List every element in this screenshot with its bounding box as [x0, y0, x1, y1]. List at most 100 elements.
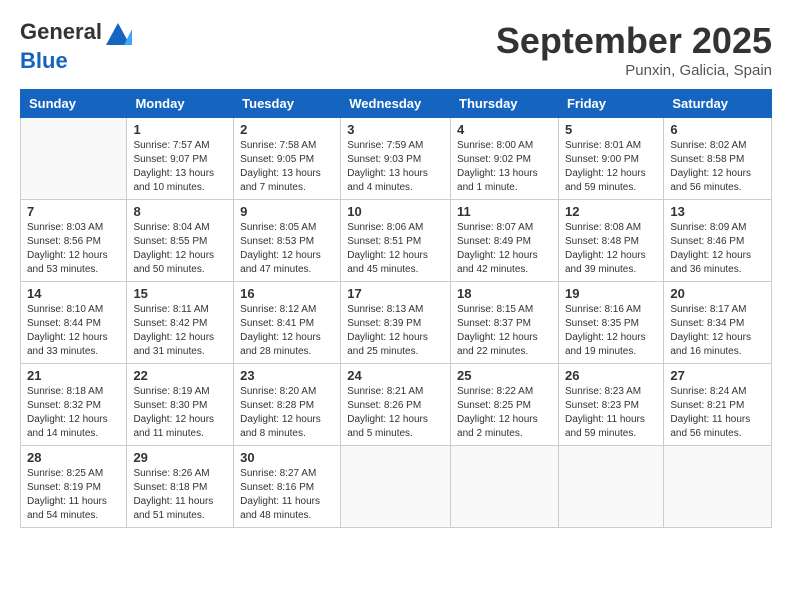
- header-monday: Monday: [127, 90, 234, 118]
- day-info: Sunrise: 7:58 AM Sunset: 9:05 PM Dayligh…: [240, 139, 334, 195]
- calendar-cell: 3 Sunrise: 7:59 AM Sunset: 9:03 PM Daylig…: [341, 118, 451, 200]
- day-info: Sunrise: 7:57 AM Sunset: 9:07 PM Dayligh…: [133, 139, 227, 195]
- logo-blue: Blue: [20, 49, 132, 73]
- calendar-cell: 26 Sunrise: 8:23 AM Sunset: 8:23 PM Dayli…: [558, 364, 663, 446]
- title-block: September 2025 Punxin, Galicia, Spain: [496, 20, 772, 79]
- calendar-cell: 29Sunrise: 8:26 AM Sunset: 8:18 PM Dayli…: [127, 446, 234, 528]
- day-number: 2: [240, 122, 334, 137]
- calendar-cell: 9Sunrise: 8:05 AM Sunset: 8:53 PM Daylig…: [234, 200, 341, 282]
- day-number: 26: [565, 368, 657, 383]
- day-info: Sunrise: 8:00 AM Sunset: 9:02 PM Dayligh…: [457, 139, 552, 195]
- day-number: 10: [347, 204, 444, 219]
- day-info: Sunrise: 8:04 AM Sunset: 8:55 PM Dayligh…: [133, 221, 227, 277]
- calendar-cell: 1 Sunrise: 7:57 AM Sunset: 9:07 PM Daylig…: [127, 118, 234, 200]
- day-info: Sunrise: 8:16 AM Sunset: 8:35 PM Dayligh…: [565, 303, 657, 359]
- day-number: 28: [27, 450, 120, 465]
- day-number: 11: [457, 204, 552, 219]
- calendar-cell: [451, 446, 559, 528]
- header-saturday: Saturday: [664, 90, 772, 118]
- day-number: 27: [670, 368, 765, 383]
- day-info: Sunrise: 8:13 AM Sunset: 8:39 PM Dayligh…: [347, 303, 444, 359]
- calendar-week-row: 21 Sunrise: 8:18 AM Sunset: 8:32 PM Dayli…: [21, 364, 772, 446]
- day-info: Sunrise: 8:11 AM Sunset: 8:42 PM Dayligh…: [133, 303, 227, 359]
- calendar-cell: 24 Sunrise: 8:21 AM Sunset: 8:26 PM Dayli…: [341, 364, 451, 446]
- calendar-cell: 17 Sunrise: 8:13 AM Sunset: 8:39 PM Dayli…: [341, 282, 451, 364]
- day-info: Sunrise: 8:10 AM Sunset: 8:44 PM Dayligh…: [27, 303, 120, 359]
- day-number: 5: [565, 122, 657, 137]
- logo: General Blue: [20, 20, 132, 73]
- header-wednesday: Wednesday: [341, 90, 451, 118]
- calendar-cell: 16 Sunrise: 8:12 AM Sunset: 8:41 PM Dayli…: [234, 282, 341, 364]
- day-info: Sunrise: 8:02 AM Sunset: 8:58 PM Dayligh…: [670, 139, 765, 195]
- calendar-cell: 6 Sunrise: 8:02 AM Sunset: 8:58 PM Daylig…: [664, 118, 772, 200]
- calendar-cell: 14 Sunrise: 8:10 AM Sunset: 8:44 PM Dayli…: [21, 282, 127, 364]
- day-info: Sunrise: 8:18 AM Sunset: 8:32 PM Dayligh…: [27, 385, 120, 441]
- header-friday: Friday: [558, 90, 663, 118]
- calendar-cell: [341, 446, 451, 528]
- calendar-cell: 15 Sunrise: 8:11 AM Sunset: 8:42 PM Dayli…: [127, 282, 234, 364]
- day-info: Sunrise: 8:20 AM Sunset: 8:28 PM Dayligh…: [240, 385, 334, 441]
- calendar-cell: 27 Sunrise: 8:24 AM Sunset: 8:21 PM Dayli…: [664, 364, 772, 446]
- day-number: 12: [565, 204, 657, 219]
- day-info: Sunrise: 8:24 AM Sunset: 8:21 PM Dayligh…: [670, 385, 765, 441]
- day-number: 21: [27, 368, 120, 383]
- calendar-cell: 30 Sunrise: 8:27 AM Sunset: 8:16 PM Dayli…: [234, 446, 341, 528]
- day-number: 24: [347, 368, 444, 383]
- calendar-cell: 22 Sunrise: 8:19 AM Sunset: 8:30 PM Dayli…: [127, 364, 234, 446]
- day-number: 25: [457, 368, 552, 383]
- calendar-cell: 5 Sunrise: 8:01 AM Sunset: 9:00 PM Daylig…: [558, 118, 663, 200]
- header-sunday: Sunday: [21, 90, 127, 118]
- calendar-week-row: 28 Sunrise: 8:25 AM Sunset: 8:19 PM Dayli…: [21, 446, 772, 528]
- day-number: 15: [133, 286, 227, 301]
- day-number: 13: [670, 204, 765, 219]
- calendar-cell: 4 Sunrise: 8:00 AM Sunset: 9:02 PM Daylig…: [451, 118, 559, 200]
- day-number: 1: [133, 122, 227, 137]
- calendar-week-row: 1 Sunrise: 7:57 AM Sunset: 9:07 PM Daylig…: [21, 118, 772, 200]
- calendar-cell: [558, 446, 663, 528]
- day-info: Sunrise: 8:23 AM Sunset: 8:23 PM Dayligh…: [565, 385, 657, 441]
- calendar-cell: 10 Sunrise: 8:06 AM Sunset: 8:51 PM Dayli…: [341, 200, 451, 282]
- day-number: 14: [27, 286, 120, 301]
- day-number: 17: [347, 286, 444, 301]
- day-number: 30: [240, 450, 334, 465]
- day-info: Sunrise: 8:27 AM Sunset: 8:16 PM Dayligh…: [240, 467, 334, 523]
- calendar-cell: [664, 446, 772, 528]
- calendar-header-row: SundayMondayTuesdayWednesdayThursdayFrid…: [21, 90, 772, 118]
- calendar-cell: 21 Sunrise: 8:18 AM Sunset: 8:32 PM Dayli…: [21, 364, 127, 446]
- day-info: Sunrise: 8:12 AM Sunset: 8:41 PM Dayligh…: [240, 303, 334, 359]
- day-info: Sunrise: 8:06 AM Sunset: 8:51 PM Dayligh…: [347, 221, 444, 277]
- calendar-cell: 25 Sunrise: 8:22 AM Sunset: 8:25 PM Dayli…: [451, 364, 559, 446]
- day-number: 8: [133, 204, 227, 219]
- calendar-cell: 23 Sunrise: 8:20 AM Sunset: 8:28 PM Dayli…: [234, 364, 341, 446]
- day-number: 6: [670, 122, 765, 137]
- day-number: 20: [670, 286, 765, 301]
- day-info: Sunrise: 8:19 AM Sunset: 8:30 PM Dayligh…: [133, 385, 227, 441]
- calendar-cell: 8 Sunrise: 8:04 AM Sunset: 8:55 PM Daylig…: [127, 200, 234, 282]
- calendar-cell: 18Sunrise: 8:15 AM Sunset: 8:37 PM Dayli…: [451, 282, 559, 364]
- calendar-table: SundayMondayTuesdayWednesdayThursdayFrid…: [20, 89, 772, 528]
- day-number: 29: [133, 450, 227, 465]
- calendar-cell: 20Sunrise: 8:17 AM Sunset: 8:34 PM Dayli…: [664, 282, 772, 364]
- day-number: 16: [240, 286, 334, 301]
- day-info: Sunrise: 8:15 AM Sunset: 8:37 PM Dayligh…: [457, 303, 552, 359]
- day-info: Sunrise: 8:25 AM Sunset: 8:19 PM Dayligh…: [27, 467, 120, 523]
- day-number: 4: [457, 122, 552, 137]
- day-info: Sunrise: 7:59 AM Sunset: 9:03 PM Dayligh…: [347, 139, 444, 195]
- day-number: 22: [133, 368, 227, 383]
- logo-general: General: [20, 20, 132, 49]
- page-header: General Blue September 2025 Punxin, Gali…: [20, 20, 772, 79]
- header-tuesday: Tuesday: [234, 90, 341, 118]
- calendar-cell: 12 Sunrise: 8:08 AM Sunset: 8:48 PM Dayli…: [558, 200, 663, 282]
- day-info: Sunrise: 8:01 AM Sunset: 9:00 PM Dayligh…: [565, 139, 657, 195]
- calendar-week-row: 14 Sunrise: 8:10 AM Sunset: 8:44 PM Dayli…: [21, 282, 772, 364]
- calendar-cell: 19 Sunrise: 8:16 AM Sunset: 8:35 PM Dayli…: [558, 282, 663, 364]
- day-info: Sunrise: 8:22 AM Sunset: 8:25 PM Dayligh…: [457, 385, 552, 441]
- day-number: 3: [347, 122, 444, 137]
- day-info: Sunrise: 8:08 AM Sunset: 8:48 PM Dayligh…: [565, 221, 657, 277]
- location: Punxin, Galicia, Spain: [496, 62, 772, 79]
- day-info: Sunrise: 8:09 AM Sunset: 8:46 PM Dayligh…: [670, 221, 765, 277]
- day-number: 19: [565, 286, 657, 301]
- header-thursday: Thursday: [451, 90, 559, 118]
- day-info: Sunrise: 8:21 AM Sunset: 8:26 PM Dayligh…: [347, 385, 444, 441]
- day-number: 23: [240, 368, 334, 383]
